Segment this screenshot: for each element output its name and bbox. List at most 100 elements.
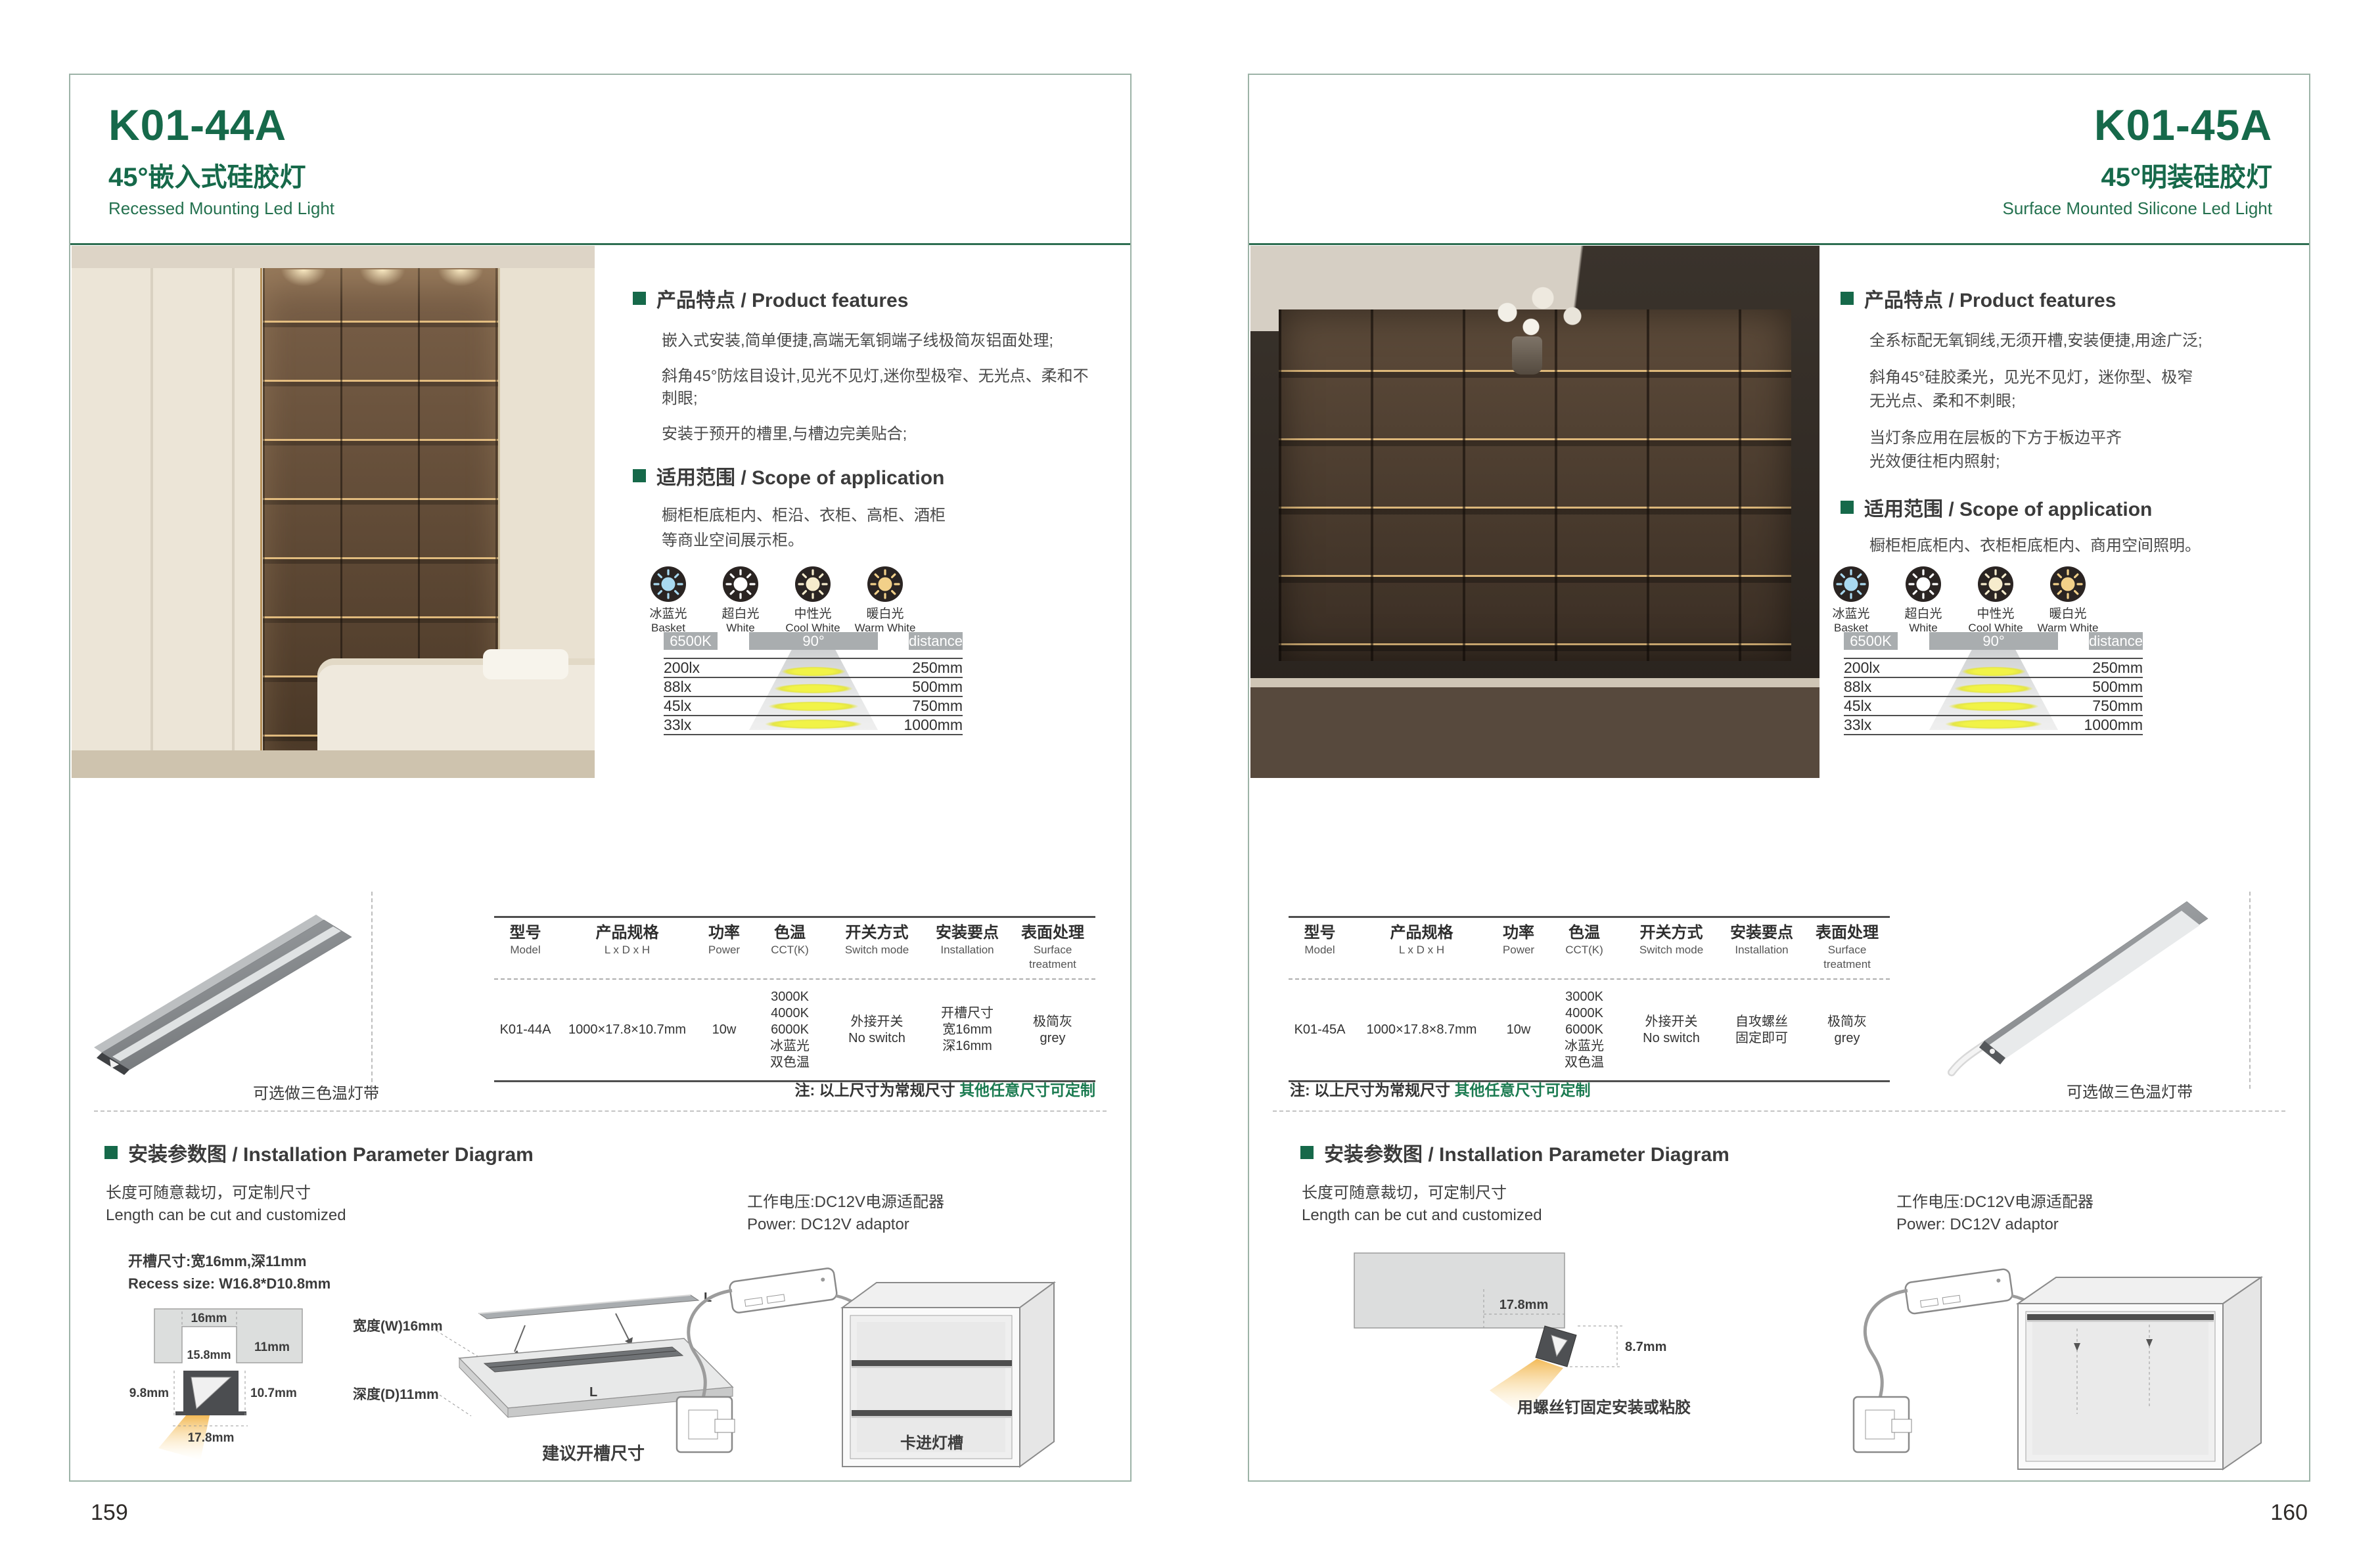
spec-table: 型号Model 产品规格L x D x H 功率Power 色温CCT(K) 开… [1289, 916, 1890, 1082]
cct-label-cn: 冰蓝光 [637, 607, 700, 622]
col-header-en: CCT(K) [750, 943, 829, 957]
power-note-cn: 工作电压:DC12V电源适配器 [747, 1192, 944, 1213]
feature-line: 斜角45°硅胶柔光，见光不见灯，迷你型、极窄 [1869, 365, 2277, 390]
cct-label-cn: 冰蓝光 [1819, 607, 1883, 622]
col-header: 型号 [1289, 923, 1351, 943]
photometric-rows: 200lx250mm 88lx500mm 45lx750mm 33lx1000m… [664, 658, 963, 735]
col-header-en: Surface treatment [1010, 943, 1095, 972]
photo-gold-trim [260, 268, 262, 750]
recess-size-cn: 开槽尺寸:宽16mm,深11mm [128, 1251, 306, 1272]
photometric-row: 45lx750mm [1844, 697, 2143, 716]
photometric-chart: 6500K 90° distance 200lx250mm 88lx500mm … [1844, 632, 2143, 744]
install-heading-label: 安装参数图 / Installation Parameter Diagram [1324, 1138, 1729, 1167]
col-header-en: Installation [1719, 943, 1804, 957]
section-bullet-icon [633, 469, 646, 482]
dim-bottom-label: 17.8mm [188, 1431, 235, 1445]
cell-surface: 极简灰grey [1804, 989, 1890, 1071]
dim-height-label: 8.7mm [1625, 1340, 1666, 1354]
feature-line: 光效便往柜内照射; [1869, 451, 2277, 473]
photometric-row: 33lx1000mm [1844, 716, 2143, 735]
cell-power: 10w [698, 989, 750, 1071]
adapter-cabinet-diagram [1827, 1251, 2274, 1478]
cell-model: K01-45A [1289, 989, 1351, 1071]
distance-value: 500mm [912, 678, 963, 696]
sun-icon [651, 566, 686, 602]
sun-icon [2050, 566, 2086, 602]
feature-line: 当灯条应用在层板的下方于板边平齐 [1869, 426, 2277, 451]
cell-cct: 3000K4000K6000K冰蓝光双色温 [1545, 989, 1624, 1071]
size-note: 注: 以上尺寸为常规尺寸 其他任意尺寸可定制 [494, 1078, 1095, 1100]
col-header: 色温 [750, 923, 829, 943]
groove-caption: 建议开槽尺寸 [542, 1444, 645, 1463]
section-bullet-icon [104, 1146, 118, 1159]
dim-side-label: 11mm [254, 1340, 290, 1354]
col-header-en: Switch mode [1624, 943, 1719, 957]
col-header: 开关方式 [1624, 923, 1719, 943]
spec-table-row: K01-44A 1000×17.8×10.7mm 10w 3000K4000K6… [494, 980, 1095, 1082]
cut-note-cn: 长度可随意裁切，可定制尺寸 [1302, 1183, 1507, 1204]
cct-label-cn: 暖白光 [2036, 607, 2099, 622]
distance-value: 500mm [2092, 678, 2143, 696]
feature-line: 斜角45°防炫目设计,见光不见灯,迷你型极窄、无光点、柔和不刺眼; [662, 365, 1089, 410]
photometric-row: 200lx250mm [664, 659, 963, 678]
catalog-page-left: K01-44A 45°嵌入式硅胶灯 Recessed Mounting Led … [69, 74, 1132, 1482]
cell-install: 自攻螺丝固定即可 [1719, 989, 1804, 1071]
col-header: 安装要点 [925, 923, 1010, 943]
photo-spotlight [438, 269, 484, 286]
vertical-divider [371, 892, 373, 1089]
cut-note-en: Length can be cut and customized [1302, 1205, 1542, 1226]
col-header: 开关方式 [829, 923, 925, 943]
lux-value: 33lx [1844, 716, 1871, 734]
distance-bar: distance [2089, 632, 2143, 650]
sun-icon [1906, 566, 1941, 602]
cell-surface: 极简灰grey [1010, 989, 1095, 1071]
cell-switch: 外接开关No switch [1624, 989, 1719, 1071]
scope-heading-label: 适用范围 / Scope of application [656, 461, 944, 490]
features-heading: 产品特点 / Product features [633, 284, 908, 313]
lux-value: 45lx [664, 697, 691, 715]
product-title-cn: 45°明装硅胶灯 [2003, 163, 2273, 192]
distance-value: 750mm [912, 697, 963, 715]
profile-caption: 可选做三色温灯带 [221, 1080, 379, 1103]
scope-text: 橱柜柜底柜内、衣柜柜底柜内、商用空间照明。 [1869, 534, 2277, 559]
section-divider [94, 1110, 1107, 1112]
sun-icon [723, 566, 758, 602]
cct-item-iceblue: 冰蓝光 Basket [637, 566, 700, 635]
cell-switch: 外接开关No switch [829, 989, 925, 1071]
feature-line: 安装于预开的槽里,与槽边完美贴合; [662, 423, 1089, 445]
cct-item-warmwhite: 暖白光 Warm White [854, 566, 917, 635]
photo-flowers [1478, 273, 1596, 345]
features-heading-label: 产品特点 / Product features [656, 284, 908, 313]
page-number-left: 159 [91, 1500, 128, 1526]
lux-value: 88lx [1844, 678, 1871, 696]
photometric-row: 200lx 250mm [1844, 659, 2143, 678]
page-number-right: 160 [2247, 1500, 2308, 1526]
lux-value: 200lx [1844, 659, 1880, 677]
cct-item-coolwhite: 中性光 Cool White [1964, 566, 2027, 635]
photo-spotlight [281, 269, 327, 286]
beam-angle-bar: 90° [749, 632, 878, 650]
scope-heading: 适用范围 / Scope of application [1841, 493, 2152, 522]
board-width-label: 宽度(W)16mm [353, 1318, 443, 1334]
distance-value: 750mm [2092, 697, 2143, 715]
col-header: 型号 [494, 923, 557, 943]
scope-text: 橱柜柜底柜内、柜沿、衣柜、高柜、酒柜 等商业空间展示柜。 [662, 503, 1089, 553]
col-header-en: CCT(K) [1545, 943, 1624, 957]
distance-value: 250mm [2092, 659, 2143, 677]
lux-value: 200lx [664, 659, 700, 677]
size-note: 注: 以上尺寸为常规尺寸 其他任意尺寸可定制 [1290, 1078, 1891, 1100]
col-header-en: Power [1492, 943, 1545, 957]
section-bullet-icon [1300, 1146, 1314, 1159]
kelvin-bar: 6500K [1844, 632, 1898, 650]
recess-size-en: Recess size: W16.8*D10.8mm [128, 1273, 331, 1294]
cell-model: K01-44A [494, 989, 557, 1071]
features-heading-label: 产品特点 / Product features [1864, 284, 2116, 313]
header-divider [70, 243, 1130, 245]
cct-item-coolwhite: 中性光 Cool White [781, 566, 844, 635]
spec-table: 型号Model 产品规格L x D x H 功率Power 色温CCT(K) 开… [494, 916, 1095, 1082]
col-header-en: Model [494, 943, 557, 957]
install-heading: 安装参数图 / Installation Parameter Diagram [104, 1138, 534, 1167]
cct-icon-row: 冰蓝光 Basket 超白光 White 中性光 Cool White 暖白光 … [1819, 566, 2099, 635]
photometric-chart: 6500K 90° distance 200lx250mm 88lx500mm … [664, 632, 963, 744]
section-bullet-icon [1841, 292, 1854, 305]
